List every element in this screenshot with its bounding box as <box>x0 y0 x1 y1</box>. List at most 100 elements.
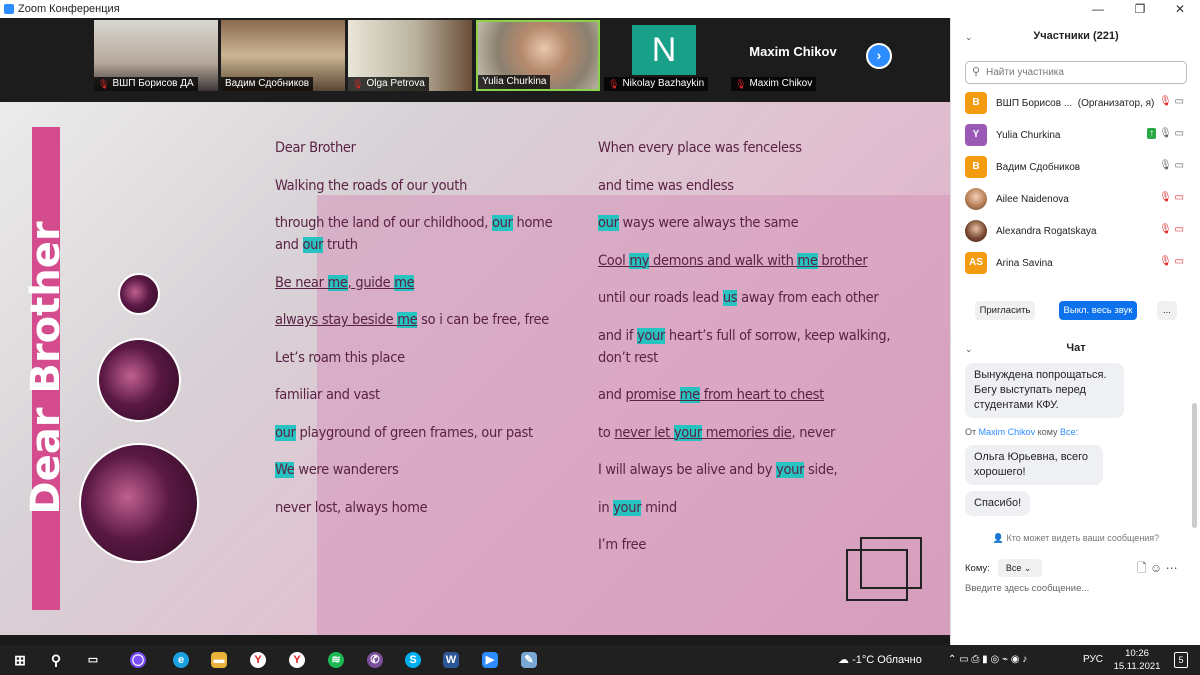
chat-tools: 🗋 ☺ ⋯ <box>1137 559 1178 580</box>
recipient-select[interactable]: Все ⌄ <box>997 559 1042 577</box>
chat-message-input[interactable]: Введите здесь сообщение... <box>965 583 1089 594</box>
participant-row[interactable]: Y Yulia Churkina ↑ 🎙 ▭ <box>965 123 1190 147</box>
participant-row[interactable]: Ailee Naidenova 🎙 ▭ <box>965 187 1190 211</box>
mic-off-icon: 🎙 <box>1159 96 1172 107</box>
emoji-icon[interactable]: ☺ <box>1150 561 1162 575</box>
video-strip: 🎙 ВШП Борисов ДА Вадим Сдобников 🎙 Olga Pe… <box>0 18 950 102</box>
poem-line: Let’s roam this place <box>275 349 405 366</box>
system-clock[interactable]: 10:26 15.11.2021 <box>1108 647 1166 673</box>
weather-tray[interactable]: ☁ -1°C Облачно <box>838 645 922 675</box>
frame-outline <box>846 549 908 601</box>
maximize-icon[interactable]: ❐ <box>1120 0 1160 18</box>
notification-center-icon[interactable]: 5 <box>1174 652 1188 668</box>
minimize-icon[interactable]: — <box>1078 0 1118 18</box>
poem-line: to never let your memories die, never <box>598 424 836 441</box>
person-icon: 👤 <box>992 533 1004 543</box>
mic-off-icon: 🎙 <box>608 79 620 89</box>
participant-name: Yulia Churkina <box>996 129 1061 141</box>
next-page-button[interactable]: › <box>866 43 892 69</box>
invite-button[interactable]: Пригласить <box>975 301 1035 320</box>
mic-icon: 🎙 <box>1159 160 1172 171</box>
mic-off-icon: 🎙 <box>735 79 747 89</box>
avatar: B <box>965 156 987 178</box>
yandex-browser-icon[interactable]: Y <box>250 652 266 668</box>
video-tile[interactable]: Maxim Chikov 🎙 Maxim Chikov <box>731 20 855 91</box>
video-tile[interactable]: Вадим Сдобников <box>221 20 345 91</box>
more-button[interactable]: ... <box>1157 301 1177 320</box>
share-screen-icon: ↑ <box>1147 128 1157 139</box>
chat-visibility-link[interactable]: 👤 Кто может видеть ваши сообщения? <box>951 533 1200 544</box>
chat-scrollbar[interactable] <box>1192 403 1197 528</box>
task-view-icon[interactable]: ▭ <box>85 652 101 668</box>
video-tile[interactable]: 🎙 Olga Petrova <box>348 20 472 91</box>
avatar <box>965 220 987 242</box>
windows-start-icon[interactable]: ⊞ <box>12 652 28 668</box>
participant-search-input[interactable]: ⚲ Найти участника <box>965 61 1187 84</box>
poem-right-column: When every place was fenceless and time … <box>598 137 898 572</box>
cloud-icon: ☁ <box>838 654 849 666</box>
poem-line: When every place was fenceless <box>598 140 802 156</box>
chat-recipient[interactable]: Все: <box>1060 427 1078 437</box>
poem-line: I will always be alive and by your side, <box>598 462 838 478</box>
search-icon: ⚲ <box>972 66 981 78</box>
mic-off-icon: 🎙 <box>1159 192 1172 203</box>
viber-icon[interactable]: ✆ <box>367 652 383 668</box>
poem-line: until our roads lead us away from each o… <box>598 290 879 306</box>
skype-icon[interactable]: S <box>405 652 421 668</box>
participant-initial: N <box>632 25 696 75</box>
avatar: B <box>965 92 987 114</box>
alice-icon[interactable]: ◯ <box>130 652 146 668</box>
poem-line: always stay beside me so i can be free, … <box>275 312 549 328</box>
chat-recipient-row: Кому: Все ⌄ <box>965 559 1042 577</box>
poem-line: and promise me from heart to chest <box>598 387 824 403</box>
poem-line: familiar and vast <box>275 387 380 403</box>
poem-line: in your mind <box>598 499 677 516</box>
participant-row[interactable]: AS Arina Savina 🎙 ▭ <box>965 251 1190 275</box>
participant-name: ВШП Борисов ... <box>996 97 1073 109</box>
video-tile-caption: Вадим Сдобников <box>221 77 314 91</box>
video-tile[interactable]: 🎙 ВШП Борисов ДА <box>94 20 218 91</box>
video-tile[interactable]: N 🎙 Nikolay Bazhaykin <box>604 20 728 91</box>
poem-line: We were wanderers <box>275 462 399 478</box>
mute-all-button[interactable]: Выкл. весь звук <box>1059 301 1137 320</box>
file-icon[interactable]: 🗋 <box>1137 561 1147 575</box>
paint-icon[interactable]: ✎ <box>521 652 537 668</box>
poem-line: Cool my demons and walk with me brother <box>598 252 868 269</box>
chat-message: Ольга Юрьевна, всего хорошего! <box>965 445 1103 485</box>
spotify-icon[interactable]: ≋ <box>328 652 344 668</box>
yandex-icon[interactable]: Y <box>289 652 305 668</box>
window-titlebar: Zoom Конференция — ❐ ✕ <box>0 0 1200 18</box>
more-icon[interactable]: ⋯ <box>1166 561 1178 575</box>
mic-off-icon: 🎙 <box>352 79 364 89</box>
shared-slide: Dear Brother Dear Brother Walking the ro… <box>0 102 950 635</box>
participant-row[interactable]: B ВШП Борисов ... (Организатор, я) 🎙 ▭ <box>965 91 1190 115</box>
participant-role: (Организатор, я) <box>1077 97 1155 109</box>
search-placeholder: Найти участника <box>986 67 1064 78</box>
participant-row[interactable]: Alexandra Rogatskaya 🎙 ▭ <box>965 219 1190 243</box>
chat-message-meta: От Maxim Chikov кому Все: <box>965 427 1079 437</box>
search-icon[interactable]: ⚲ <box>48 652 64 668</box>
decorative-circle-large <box>79 443 199 563</box>
poem-line: Be near me, guide me <box>275 274 415 291</box>
word-icon[interactable]: W <box>443 652 459 668</box>
avatar: AS <box>965 252 987 274</box>
file-explorer-icon[interactable]: ▬ <box>211 652 227 668</box>
zoom-icon <box>4 4 14 14</box>
chat-sender[interactable]: Maxim Chikov <box>979 427 1036 437</box>
poem-line: never lost, always home <box>275 499 428 516</box>
window-title: Zoom Конференция <box>18 3 120 15</box>
participant-status-icons: ↑ 🎙 ▭ <box>1147 128 1184 139</box>
mic-off-icon: 🎙 <box>1159 224 1172 235</box>
participant-status-icons: 🎙 ▭ <box>1159 224 1184 235</box>
participant-name: Вадим Сдобников <box>996 161 1081 173</box>
participant-status-icons: 🎙 ▭ <box>1159 160 1184 171</box>
chevron-down-icon: ⌄ <box>1023 563 1032 573</box>
participant-row[interactable]: B Вадим Сдобников 🎙 ▭ <box>965 155 1190 179</box>
close-icon[interactable]: ✕ <box>1160 0 1200 18</box>
video-tile-active-speaker[interactable]: Yulia Churkina <box>476 20 600 91</box>
poem-left-column: Dear Brother Walking the roads of our yo… <box>275 137 575 534</box>
edge-icon[interactable]: e <box>173 652 189 668</box>
zoom-taskbar-icon[interactable]: ▶ <box>482 652 498 668</box>
input-language[interactable]: РУС <box>1083 645 1103 675</box>
system-tray-icons[interactable]: ⌃ ▭ ⎙ ▮ ◎ ⌁ ◉ ♪ <box>948 645 1027 675</box>
